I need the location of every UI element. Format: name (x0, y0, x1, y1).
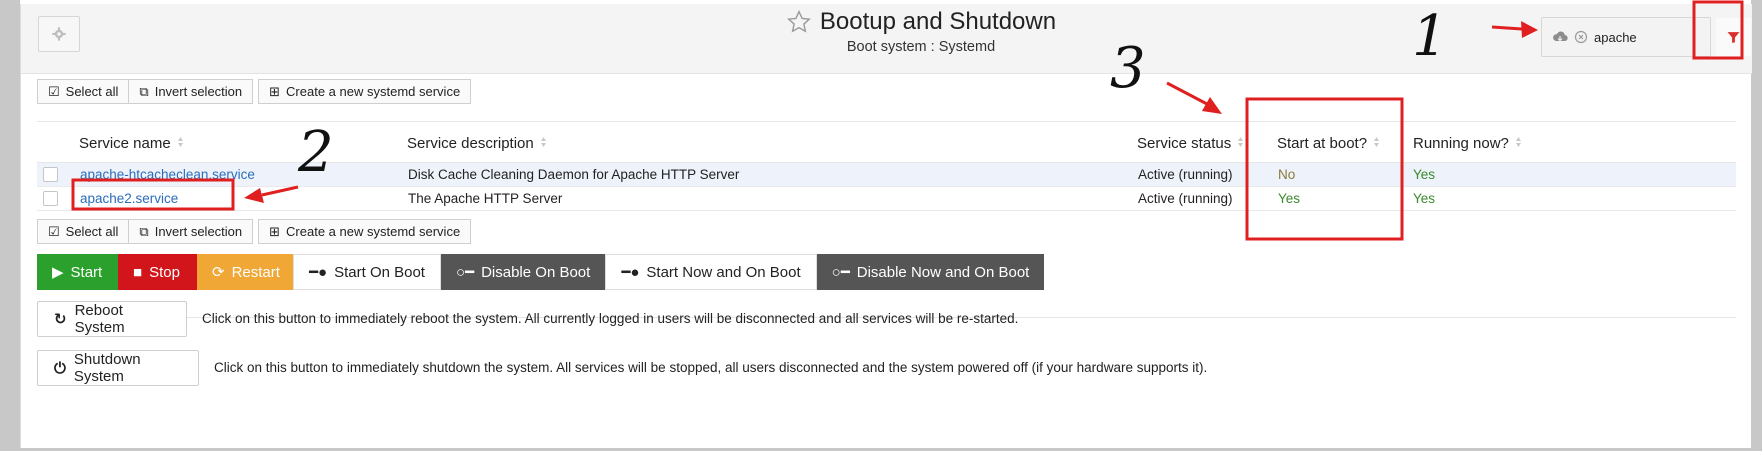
column-header-boot[interactable]: Start at boot? (1277, 135, 1380, 152)
reboot-description: Click on this button to immediately rebo… (202, 311, 1019, 326)
shutdown-system-button[interactable]: ⏻ Shutdown System (37, 350, 199, 386)
column-label: Service status (1137, 135, 1232, 152)
services-table: Service name Service description Service… (37, 121, 1736, 211)
page-title: Bootup and Shutdown (819, 8, 1057, 35)
invert-selection-button[interactable]: ⧉ Invert selection (128, 219, 254, 244)
reboot-label: Reboot System (74, 302, 125, 336)
table-header: Service name Service description Service… (37, 121, 1736, 163)
bottom-toolbar: ☑ Select all ⧉ Invert selection ⊞ Create… (37, 219, 472, 244)
star-icon[interactable] (786, 9, 812, 35)
column-label: Running now? (1413, 135, 1509, 152)
invert-icon: ⧉ (139, 83, 149, 99)
disable-on-boot-button[interactable]: ○━ Disable On Boot (440, 254, 606, 290)
sort-icon (177, 135, 184, 152)
shutdown-description: Click on this button to immediately shut… (214, 360, 1208, 375)
plus-square-icon: ⊞ (269, 223, 281, 239)
plus-square-icon: ⊞ (269, 83, 281, 99)
create-service-button[interactable]: ⊞ Create a new systemd service (258, 79, 472, 104)
select-all-label: Select all (65, 84, 119, 99)
power-icon: ⏻ (54, 359, 66, 377)
toggle-on-icon: ━● (309, 264, 328, 281)
top-toolbar: ☑ Select all ⧉ Invert selection ⊞ Create… (37, 79, 472, 104)
table-row[interactable]: apache-htcacheclean.service Disk Cache C… (37, 163, 1736, 187)
column-header-description[interactable]: Service description (407, 135, 547, 152)
service-status: Active (running) (1138, 167, 1233, 182)
service-name-link[interactable]: apache2.service (80, 191, 178, 206)
disable-now-and-on-boot-label: Disable Now and On Boot (856, 263, 1030, 281)
service-status: Active (running) (1138, 191, 1233, 206)
start-on-boot-button[interactable]: ━● Start On Boot (293, 254, 441, 290)
row-checkbox[interactable] (43, 167, 58, 182)
create-service-label: Create a new systemd service (286, 224, 461, 239)
sort-icon (1237, 135, 1244, 152)
restart-label: Restart (231, 263, 280, 281)
search-input[interactable]: apache (1541, 17, 1711, 57)
service-description: The Apache HTTP Server (408, 191, 563, 206)
table-row[interactable]: apache2.service The Apache HTTP Server A… (37, 187, 1736, 211)
start-button[interactable]: ▶ Start (37, 254, 118, 290)
column-header-running[interactable]: Running now? (1413, 135, 1522, 152)
running-now: Yes (1413, 167, 1436, 182)
reboot-system-button[interactable]: ↻ Reboot System (37, 301, 187, 337)
reboot-icon: ↻ (54, 311, 67, 328)
cloud-icon (1553, 31, 1568, 42)
window-frame-right (1751, 0, 1762, 451)
shutdown-label: Shutdown System (73, 351, 141, 385)
create-service-label: Create a new systemd service (286, 84, 461, 99)
filter-icon (1727, 31, 1740, 43)
select-all-button[interactable]: ☑ Select all (37, 219, 130, 244)
invert-icon: ⧉ (139, 223, 149, 239)
gear-icon (52, 27, 66, 41)
stop-label: Stop (149, 263, 180, 281)
disable-on-boot-label: Disable On Boot (481, 263, 591, 281)
start-at-boot: No (1278, 167, 1296, 182)
toggle-on-icon: ━● (621, 264, 640, 281)
action-buttons: ▶ Start ■ Stop ⟳ Restart ━● Start On Boo… (37, 254, 1045, 290)
check-square-icon: ☑ (48, 223, 60, 239)
header-bar: Bootup and Shutdown Boot system : System… (21, 4, 1752, 74)
sort-icon (1515, 135, 1522, 152)
filter-button[interactable] (1716, 18, 1751, 56)
toggle-off-icon: ○━ (831, 264, 850, 281)
check-square-icon: ☑ (48, 83, 60, 99)
running-now: Yes (1413, 191, 1436, 206)
window-frame-left (0, 0, 20, 451)
select-all-button[interactable]: ☑ Select all (37, 79, 130, 104)
sort-icon (1373, 135, 1380, 152)
page: Bootup and Shutdown Boot system : System… (20, 4, 1752, 448)
play-icon: ▶ (52, 264, 64, 281)
stop-icon: ■ (133, 263, 143, 281)
toggle-off-icon: ○━ (455, 264, 475, 281)
column-label: Service description (407, 135, 534, 152)
select-all-label: Select all (65, 224, 119, 239)
invert-selection-button[interactable]: ⧉ Invert selection (128, 79, 254, 104)
start-at-boot: Yes (1278, 191, 1301, 206)
start-now-and-on-boot-label: Start Now and On Boot (646, 263, 801, 281)
refresh-icon: ⟳ (212, 264, 225, 281)
start-label: Start (70, 263, 103, 281)
service-description: Disk Cache Cleaning Daemon for Apache HT… (408, 167, 740, 182)
invert-selection-label: Invert selection (154, 224, 243, 239)
create-service-button[interactable]: ⊞ Create a new systemd service (258, 219, 472, 244)
page-subtitle: Boot system : Systemd (846, 39, 996, 55)
column-label: Service name (79, 135, 171, 152)
start-now-and-on-boot-button[interactable]: ━● Start Now and On Boot (605, 254, 817, 290)
search-value: apache (1594, 29, 1637, 45)
start-on-boot-label: Start On Boot (334, 263, 425, 281)
disable-now-and-on-boot-button[interactable]: ○━ Disable Now and On Boot (816, 254, 1045, 290)
service-name-link[interactable]: apache-htcacheclean.service (80, 167, 255, 182)
column-header-name[interactable]: Service name (79, 135, 184, 152)
stop-button[interactable]: ■ Stop (118, 254, 197, 290)
invert-selection-label: Invert selection (154, 84, 243, 99)
column-label: Start at boot? (1277, 135, 1368, 152)
module-config-button[interactable] (38, 16, 80, 52)
title-block: Bootup and Shutdown Boot system : System… (721, 8, 1121, 55)
sort-icon (540, 135, 547, 152)
clear-icon[interactable] (1574, 30, 1588, 44)
restart-button[interactable]: ⟳ Restart (197, 254, 293, 290)
row-checkbox[interactable] (43, 191, 58, 206)
column-header-status[interactable]: Service status (1137, 135, 1244, 152)
